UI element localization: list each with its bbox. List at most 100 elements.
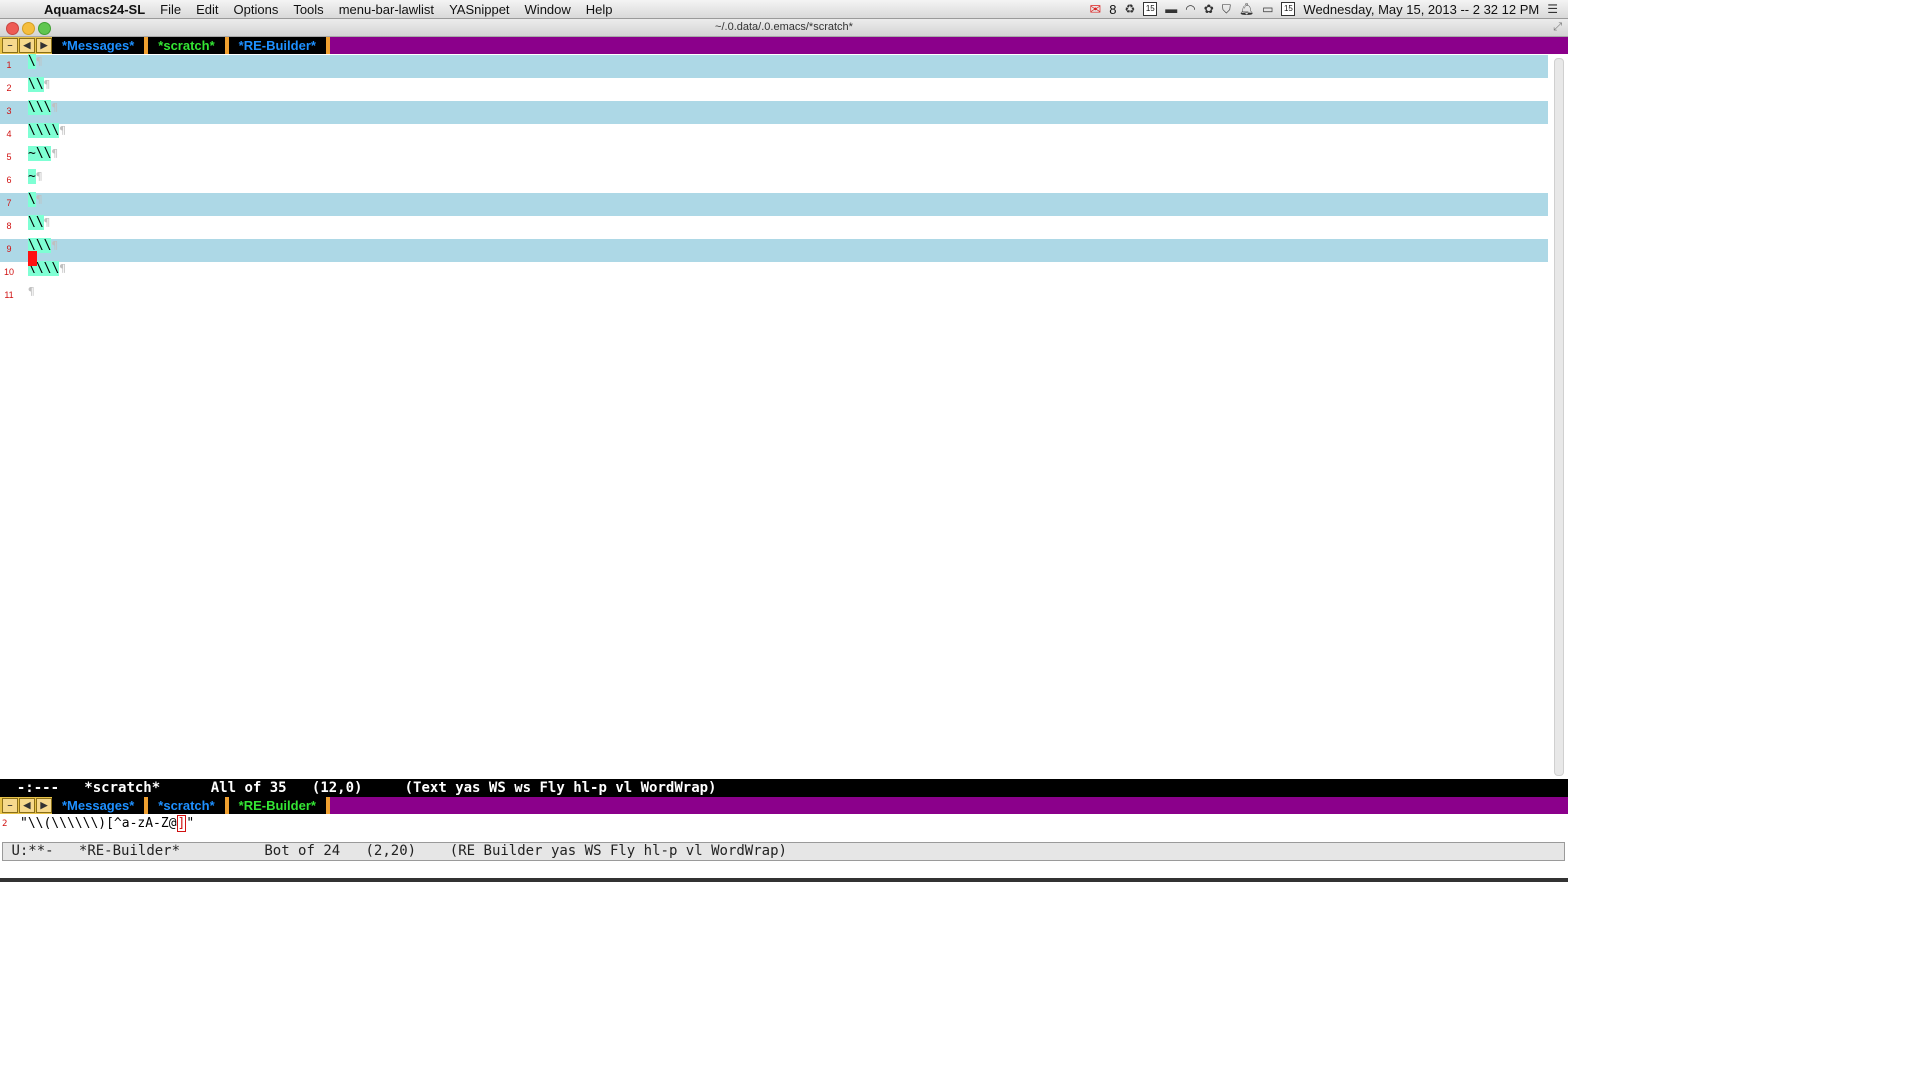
- regex-matching-bracket: ]: [176, 815, 187, 832]
- tab-re-builder-bottom[interactable]: *RE-Builder*: [228, 797, 330, 814]
- text-cursor: [28, 251, 37, 266]
- tab-scratch[interactable]: *scratch*: [148, 37, 229, 54]
- editor-line[interactable]: 9 \\\¶: [0, 238, 1548, 262]
- re-builder-buffer[interactable]: 2 "\\(\\\\\\)[^a-zA-Z@]": [0, 815, 1568, 833]
- paw-icon[interactable]: ✿: [1204, 2, 1214, 16]
- line-text: \\¶: [28, 77, 50, 92]
- line-number: 9: [6, 244, 12, 254]
- wifi-icon[interactable]: ◠: [1185, 2, 1195, 16]
- tab-bar-bottom: – ◀ ▶ *Messages* *scratch* *RE-Builder*: [0, 797, 1568, 814]
- tab-bar-controls-bottom: – ◀ ▶: [0, 797, 52, 814]
- mode-line-modes[interactable]: (Text yas WS ws Fly hl-p vl WordWrap): [405, 780, 717, 796]
- mode-line-buffer-name[interactable]: *scratch*: [84, 780, 160, 796]
- menu-help[interactable]: Help: [586, 2, 613, 17]
- mode-line2-buffer-name[interactable]: *RE-Builder*: [79, 843, 180, 859]
- tab-scroll-left-button-bottom[interactable]: ◀: [19, 798, 35, 813]
- pilcrow-mark: ¶: [35, 170, 43, 183]
- mode-line-position: All of 35: [210, 780, 287, 796]
- editor-line[interactable]: 5 ~\\¶: [0, 146, 1548, 170]
- mode-line2-cursor-pos: (2,20): [365, 843, 417, 859]
- editor-line[interactable]: 6 ~¶: [0, 169, 1548, 193]
- tab-bar-top: – ◀ ▶ *Messages* *scratch* *RE-Builder*: [0, 37, 1568, 54]
- window-title: ~/.0.data/.0.emacs/*scratch*: [715, 21, 853, 33]
- line-number: 4: [6, 129, 12, 139]
- regex-closing-quote: ": [186, 816, 195, 831]
- list-menu-icon[interactable]: ☰: [1547, 2, 1558, 16]
- editor-line[interactable]: 1 \¶: [0, 54, 1548, 78]
- editor-line[interactable]: 11 ¶: [0, 285, 1548, 308]
- bell-icon[interactable]: 🔔︎: [1239, 2, 1254, 16]
- line-text: \\¶: [28, 215, 51, 230]
- tab-scroll-left-button[interactable]: ◀: [19, 38, 35, 53]
- window-titlebar[interactable]: ~/.0.data/.0.emacs/*scratch* ⤢: [0, 19, 1568, 37]
- mail-icon[interactable]: ✉: [1090, 1, 1102, 18]
- pilcrow-mark: ¶: [59, 262, 66, 275]
- regex-match-highlight: ~: [28, 169, 36, 184]
- tab-home-button-bottom[interactable]: –: [2, 798, 18, 813]
- scratch-editor[interactable]: 1 \¶ 2 \\¶ 3 \\\¶ 4 \\\\¶ 5 ~\\¶ 6 ~¶ 7 \¶ 8 \\¶ 9 \\\¶ 10…: [0, 54, 1548, 778]
- editor-line[interactable]: 3 \\\¶: [0, 100, 1548, 124]
- vertical-scrollbar[interactable]: [1548, 55, 1568, 778]
- regex-match-highlight: \\\: [28, 100, 52, 115]
- pilcrow-mark: ¶: [43, 216, 51, 229]
- tab-messages-bottom[interactable]: *Messages*: [52, 797, 149, 814]
- mode-line2-position: Bot of 24: [264, 843, 341, 859]
- app-name-menu[interactable]: Aquamacs24-SL: [44, 2, 145, 17]
- fullscreen-icon[interactable]: ⤢: [1553, 19, 1562, 36]
- zoom-window-button[interactable]: [38, 22, 51, 35]
- shield-icon[interactable]: ⛉: [1222, 2, 1231, 17]
- mac-menu-bar: Aquamacs24-SL File Edit Options Tools me…: [0, 0, 1568, 19]
- regex-match-highlight: \\: [28, 215, 44, 230]
- editor-line[interactable]: 4 \\\\¶: [0, 123, 1548, 147]
- folder-icon[interactable]: ▬: [1165, 2, 1177, 16]
- tab-scroll-right-button-bottom[interactable]: ▶: [36, 798, 52, 813]
- calendar-icon[interactable]: 15: [1143, 2, 1158, 16]
- line-number: 3: [6, 106, 12, 116]
- regex-match-highlight: \\\\: [28, 123, 60, 138]
- tab-scroll-right-button[interactable]: ▶: [36, 38, 52, 53]
- close-window-button[interactable]: [6, 22, 19, 35]
- menu-options[interactable]: Options: [234, 2, 279, 17]
- line-number: 8: [6, 221, 12, 231]
- tab-home-button[interactable]: –: [2, 38, 18, 53]
- line-number: 6: [6, 175, 12, 185]
- mode-line2-modes[interactable]: (RE Builder yas WS Fly hl-p vl WordWrap): [450, 843, 787, 859]
- line-number: 7: [6, 198, 12, 208]
- pilcrow-mark: ¶: [28, 285, 35, 298]
- regex-match-highlight: \: [28, 54, 36, 69]
- menu-edit[interactable]: Edit: [196, 2, 218, 17]
- pilcrow-mark: ¶: [35, 55, 43, 68]
- line-text: ¶: [28, 285, 35, 299]
- tab-messages[interactable]: *Messages*: [52, 37, 149, 54]
- editor-line[interactable]: 7 \¶: [0, 192, 1548, 216]
- menu-lawlist[interactable]: menu-bar-lawlist: [339, 2, 434, 17]
- regex-match-highlight: \\: [28, 77, 44, 92]
- tab-re-builder[interactable]: *RE-Builder*: [228, 37, 330, 54]
- line-number: 1: [6, 60, 12, 70]
- menu-extras: ✉ 8 ♻ 15 ▬ ◠ ✿ ⛉ 🔔︎ ▭ 15 Wednesday, May …: [1090, 1, 1568, 18]
- minimize-window-button[interactable]: [22, 22, 35, 35]
- menu-window[interactable]: Window: [525, 2, 571, 17]
- line-text: \\\¶: [28, 100, 58, 115]
- menu-file[interactable]: File: [160, 2, 181, 17]
- menu-yasnippet[interactable]: YASnippet: [449, 2, 509, 17]
- scrollbar-thumb[interactable]: [1554, 58, 1564, 776]
- editor-line[interactable]: 2 \\¶: [0, 77, 1548, 101]
- editor-line[interactable]: 8 \\¶: [0, 215, 1548, 239]
- regex-input[interactable]: "\\(\\\\\\)[^a-zA-Z@]": [20, 815, 194, 833]
- tab-scratch-bottom[interactable]: *scratch*: [148, 797, 229, 814]
- regex-match-highlight: \: [28, 192, 36, 207]
- calendar-date-icon[interactable]: 15: [1281, 2, 1296, 16]
- line-number: 2: [6, 83, 12, 93]
- clock-datetime[interactable]: Wednesday, May 15, 2013 -- 2 32 12 PM: [1303, 2, 1539, 17]
- editor-line[interactable]: 10 \\\\¶: [0, 261, 1548, 285]
- display-icon[interactable]: ▭: [1262, 2, 1273, 16]
- menu-tools[interactable]: Tools: [293, 2, 323, 17]
- regex-text: "\\(\\\\\\)[^a-zA-Z@: [20, 816, 177, 831]
- tab-bar-controls: – ◀ ▶: [0, 37, 52, 54]
- mode-line-cursor-pos: (12,0): [311, 780, 363, 796]
- line-text: \\\\¶: [28, 123, 66, 138]
- mode-line2-status: U:**-: [11, 843, 54, 859]
- sync-icon[interactable]: ♻: [1125, 2, 1136, 16]
- line-text: ~¶: [28, 169, 43, 184]
